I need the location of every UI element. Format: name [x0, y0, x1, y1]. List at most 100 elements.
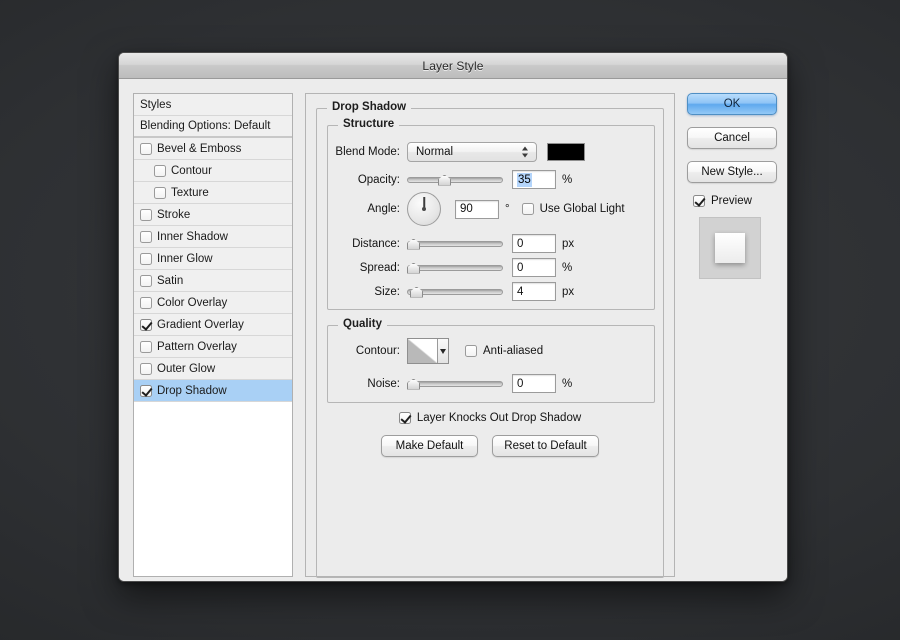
new-style-label: New Style...: [701, 166, 763, 178]
angle-dial[interactable]: [407, 192, 441, 226]
style-checkbox-icon[interactable]: [140, 274, 152, 287]
opacity-value: 35: [517, 172, 532, 187]
use-global-light-checkbox[interactable]: Use Global Light: [521, 203, 625, 215]
chevron-updown-icon: [522, 146, 529, 159]
anti-aliased-label: Anti-aliased: [483, 345, 544, 357]
style-row-label: Bevel & Emboss: [157, 142, 242, 155]
blend-mode-value: Normal: [416, 146, 454, 158]
size-input[interactable]: 4: [512, 282, 556, 301]
noise-input[interactable]: 0: [512, 374, 556, 393]
style-row-pattern-overlay[interactable]: Pattern Overlay: [134, 336, 292, 358]
angle-dial-center: [422, 207, 426, 211]
drop-shadow-group-label: Drop Shadow: [327, 101, 412, 113]
noise-slider[interactable]: [407, 376, 503, 392]
style-checkbox-icon[interactable]: [154, 186, 166, 199]
dialog-titlebar[interactable]: Layer Style: [119, 53, 787, 79]
new-style-button[interactable]: New Style...: [687, 161, 777, 183]
distance-unit: px: [562, 237, 575, 250]
style-checkbox-icon[interactable]: [140, 296, 152, 309]
quality-group-label: Quality: [338, 318, 387, 330]
style-effect-rows: Bevel & Emboss Contour Texture Stroke Inner …: [134, 138, 292, 402]
style-row-label: Pattern Overlay: [157, 340, 237, 353]
anti-aliased-box-icon: [465, 345, 477, 357]
style-row-stroke[interactable]: Stroke: [134, 204, 292, 226]
style-row-texture[interactable]: Texture: [134, 182, 292, 204]
style-row-label: Color Overlay: [157, 296, 228, 309]
style-checkbox-icon[interactable]: [140, 318, 152, 331]
blending-options-row[interactable]: Blending Options: Default: [134, 116, 292, 138]
style-row-inner-glow[interactable]: Inner Glow: [134, 248, 292, 270]
style-row-label: Inner Shadow: [157, 230, 228, 243]
angle-input[interactable]: 90: [455, 199, 499, 219]
distance-row: Distance: 0 px: [328, 234, 574, 253]
style-row-color-overlay[interactable]: Color Overlay: [134, 292, 292, 314]
preview-label: Preview: [711, 195, 752, 207]
contour-curve-thumbnail: [408, 339, 437, 363]
opacity-slider-track: [407, 176, 503, 183]
style-checkbox-icon[interactable]: [140, 362, 152, 375]
cancel-label: Cancel: [714, 132, 750, 144]
layer-knocks-out-row: Layer Knocks Out Drop Shadow: [317, 412, 663, 424]
style-row-label: Texture: [171, 186, 209, 199]
style-checkbox-icon[interactable]: [140, 384, 152, 397]
layer-style-dialog: Layer Style Styles Blending Options: Def…: [118, 52, 788, 582]
contour-label: Contour:: [355, 345, 400, 357]
style-row-drop-shadow[interactable]: Drop Shadow: [134, 380, 292, 402]
spread-label: Spread:: [359, 261, 400, 274]
preview-checkbox[interactable]: Preview: [693, 195, 777, 207]
opacity-slider[interactable]: [407, 172, 503, 188]
style-checkbox-icon[interactable]: [140, 340, 152, 353]
spread-slider[interactable]: [407, 260, 503, 276]
style-checkbox-icon[interactable]: [154, 164, 166, 177]
size-label: Size:: [374, 285, 400, 298]
style-row-satin[interactable]: Satin: [134, 270, 292, 292]
style-checkbox-icon[interactable]: [140, 230, 152, 243]
anti-aliased-checkbox[interactable]: Anti-aliased: [465, 345, 543, 357]
distance-input[interactable]: 0: [512, 234, 556, 253]
dialog-body: Styles Blending Options: Default Bevel &…: [119, 79, 787, 581]
layer-knocks-out-label: Layer Knocks Out Drop Shadow: [416, 412, 582, 424]
spread-slider-track: [407, 264, 503, 271]
shadow-color-swatch[interactable]: [547, 143, 585, 161]
blend-mode-label: Blend Mode:: [335, 146, 400, 158]
style-checkbox-icon[interactable]: [140, 252, 152, 265]
distance-slider-track: [407, 240, 503, 247]
make-default-label: Make Default: [395, 440, 464, 452]
size-unit: px: [562, 285, 575, 298]
style-checkbox-icon[interactable]: [140, 208, 152, 221]
style-row-gradient-overlay[interactable]: Gradient Overlay: [134, 314, 292, 336]
distance-value: 0: [517, 237, 524, 250]
layer-knocks-out-box-icon: [398, 412, 411, 424]
style-row-bevel-emboss[interactable]: Bevel & Emboss: [134, 138, 292, 160]
preview-shape: [715, 233, 745, 263]
make-default-button[interactable]: Make Default: [381, 435, 478, 457]
style-row-outer-glow[interactable]: Outer Glow: [134, 358, 292, 380]
style-row-label: Drop Shadow: [157, 384, 227, 397]
layer-knocks-out-checkbox[interactable]: Layer Knocks Out Drop Shadow: [398, 412, 582, 424]
style-row-inner-shadow[interactable]: Inner Shadow: [134, 226, 292, 248]
size-slider[interactable]: [407, 284, 503, 300]
style-row-label: Stroke: [157, 208, 191, 221]
cancel-button[interactable]: Cancel: [687, 127, 777, 149]
blend-mode-select[interactable]: Normal: [407, 142, 537, 162]
distance-label: Distance:: [352, 237, 400, 250]
use-global-light-box-icon: [521, 203, 534, 215]
ok-button[interactable]: OK: [687, 93, 777, 115]
style-checkbox-icon[interactable]: [140, 142, 152, 155]
opacity-label: Opacity:: [357, 173, 400, 186]
preview-thumbnail: [699, 217, 761, 279]
spread-row: Spread: 0 %: [328, 258, 572, 277]
opacity-input[interactable]: 35: [512, 170, 556, 189]
contour-preset-picker[interactable]: [407, 338, 449, 364]
styles-list-panel[interactable]: Styles Blending Options: Default Bevel &…: [133, 93, 293, 577]
contour-dropdown-arrow-icon[interactable]: [437, 339, 448, 363]
style-row-contour[interactable]: Contour: [134, 160, 292, 182]
reset-to-default-button[interactable]: Reset to Default: [492, 435, 599, 457]
angle-row: Angle: 90 ° Use Global Light: [328, 192, 625, 226]
noise-value: 0: [517, 377, 524, 390]
style-row-label: Outer Glow: [157, 362, 216, 375]
distance-slider[interactable]: [407, 236, 503, 252]
spread-input[interactable]: 0: [512, 258, 556, 277]
angle-label: Angle:: [367, 203, 400, 215]
structure-group-label: Structure: [338, 118, 400, 130]
